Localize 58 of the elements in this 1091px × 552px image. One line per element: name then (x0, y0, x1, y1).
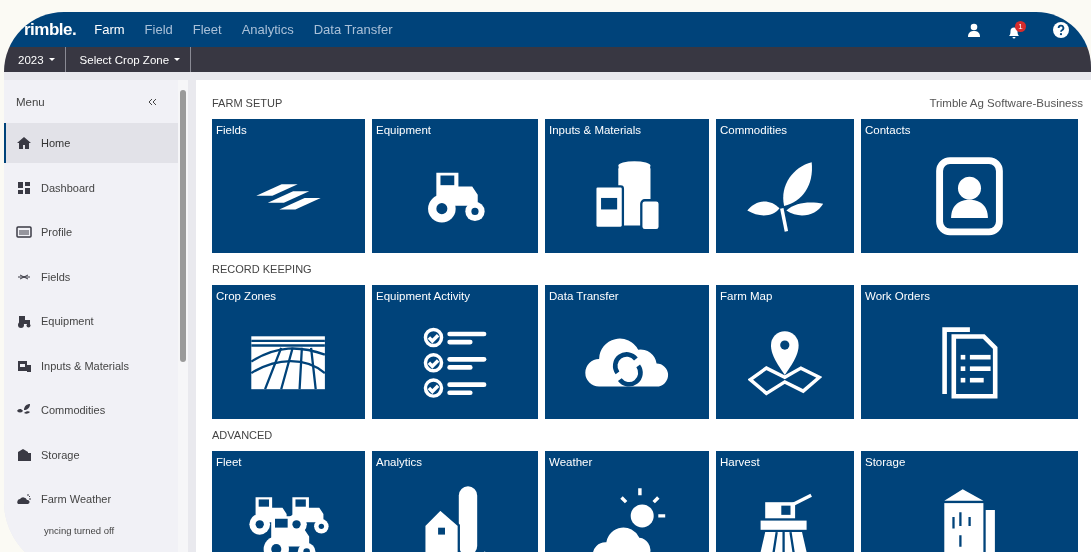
caret-icon (174, 58, 181, 61)
nav-tab[interactable]: Farm (94, 22, 125, 37)
dropdown[interactable]: 2023 (4, 47, 66, 72)
collapse-icon[interactable] (148, 97, 158, 106)
sidebar-item[interactable]: Profile (4, 212, 178, 252)
notification-badge: 1 (1015, 20, 1026, 32)
menu-title: Menu (16, 95, 45, 108)
module-tile[interactable]: Contacts (861, 119, 1078, 253)
module-tile[interactable]: Farm Map (716, 285, 854, 419)
module-tile[interactable]: Commodities (716, 119, 854, 253)
nav-tab[interactable]: Fleet (192, 22, 222, 37)
module-tile[interactable]: Weather (545, 451, 709, 552)
leaf-icon (744, 159, 826, 234)
user-icon[interactable] (967, 22, 981, 37)
module-tile[interactable]: Fields (212, 119, 365, 253)
module-tile[interactable]: Inputs & Materials (545, 119, 709, 253)
field-landscape-icon (249, 333, 328, 392)
dashboard-icon (16, 179, 32, 196)
home-icon (16, 135, 32, 151)
logo: rimble. (24, 19, 77, 40)
sidebar-item[interactable]: Farm Weather (4, 479, 178, 519)
sidebar-item[interactable]: Inputs & Materials (4, 345, 178, 386)
id-card-icon (16, 224, 32, 240)
sidebar-item[interactable]: Commodities (4, 390, 178, 430)
help-icon[interactable] (1053, 21, 1069, 38)
sidebar-item[interactable]: Fields (4, 256, 178, 297)
dropdown[interactable]: Select Crop Zone (65, 47, 192, 72)
module-tile[interactable]: Crop Zones (212, 285, 365, 419)
sidebar-item[interactable]: Home (4, 123, 178, 163)
module-tile[interactable]: Storage (861, 451, 1078, 552)
section-title: RECORD KEEPING (212, 263, 312, 275)
section-title: ADVANCED (212, 429, 273, 441)
module-tile[interactable]: Work Orders (861, 285, 1078, 419)
scrollbar[interactable] (178, 80, 188, 552)
module-tile[interactable]: Harvest (716, 451, 854, 552)
module-tile[interactable]: Analytics (372, 451, 538, 552)
grain-silo-icon (941, 487, 998, 552)
module-tile[interactable]: Data Transfer (545, 285, 709, 419)
module-tile[interactable]: Fleet (212, 451, 365, 552)
sidebar-item[interactable]: Equipment (4, 301, 178, 341)
checklist-icon (421, 325, 489, 400)
documents-icon (939, 324, 1000, 401)
cloud-sync-icon (583, 336, 671, 389)
nav-tab[interactable]: Analytics (241, 22, 294, 37)
sidebar-item[interactable]: Dashboard (4, 167, 178, 208)
sidebar-item[interactable]: Storage (4, 434, 178, 475)
module-tile[interactable]: Equipment (372, 119, 538, 253)
cloud-sun-icon (16, 491, 32, 507)
sync-status: yncing turned off (44, 525, 116, 536)
contact-card-icon (935, 156, 1004, 237)
section-title: FARM SETUP (212, 97, 283, 109)
nav-tab[interactable]: Field (144, 22, 173, 37)
notification-button[interactable]: 1 (1007, 20, 1027, 39)
map-pin-icon (748, 329, 822, 396)
caret-icon (48, 58, 55, 61)
organization-name: Trimble Ag Software-Business (929, 97, 1083, 109)
nav-tab[interactable]: Data Transfer (313, 22, 393, 37)
module-tile[interactable]: Equipment Activity (372, 285, 538, 419)
